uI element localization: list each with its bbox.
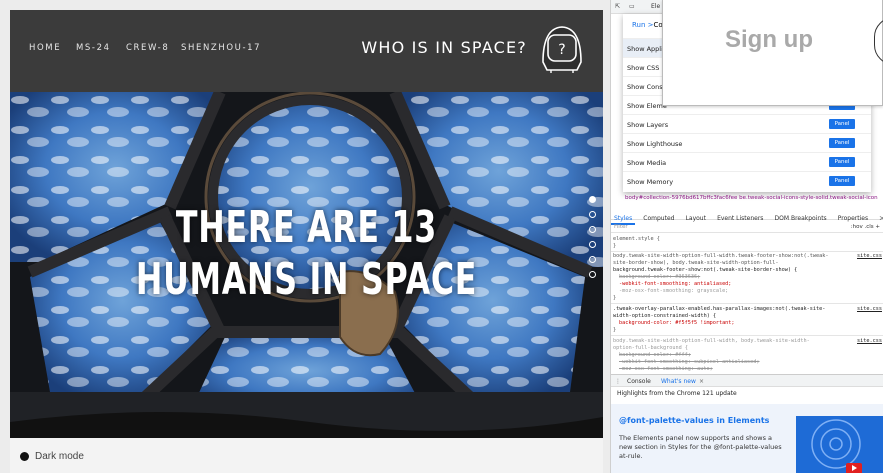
divider	[611, 335, 883, 336]
command-item-label: Show Appli	[627, 45, 663, 53]
helmet-question-mark: ?	[558, 42, 565, 58]
nav-link-ms-24[interactable]: MS-24	[76, 43, 111, 53]
dark-mode-label[interactable]: Dark mode	[35, 451, 84, 462]
divider	[611, 251, 883, 252]
rule-selector[interactable]: option-full-background {	[613, 345, 688, 351]
filter-tools[interactable]: :hov .cls +	[851, 224, 880, 230]
panel-badge: Panel	[829, 119, 855, 129]
command-item-label: Show CSS (	[627, 64, 664, 72]
css-rules-pane: element.style { } body.tweak-site-width-…	[611, 234, 883, 374]
whats-new-subtitle: Highlights from the Chrome 121 update	[617, 390, 737, 397]
command-item-show-layers[interactable]: Show Layers Panel	[623, 114, 871, 133]
whats-new-card-title[interactable]: @font-palette-values in Elements	[619, 416, 769, 425]
rule-close: }	[613, 295, 617, 301]
css-property[interactable]: -webkit-font-smoothing: subpixel-antiali…	[619, 359, 760, 365]
source-link[interactable]: site.css	[857, 253, 882, 259]
css-property[interactable]: -webkit-font-smoothing: antialiased;	[619, 281, 731, 287]
rule-close: }	[613, 327, 617, 333]
command-item-label: Show Memory	[627, 178, 674, 186]
command-item-label: Show Layers	[627, 121, 669, 129]
site-title[interactable]: WHO IS IN SPACE?	[361, 38, 527, 57]
nav-link-home[interactable]: HOME	[29, 43, 61, 53]
css-property[interactable]: background-color: #363636;	[619, 274, 700, 280]
source-link[interactable]: site.css	[857, 306, 882, 312]
command-item-show-media[interactable]: Show Media Panel	[623, 152, 871, 171]
inspect-icon[interactable]: ⇱	[615, 3, 620, 10]
rule-selector[interactable]: .tweak-overlay-parallax-enabled.has-para…	[613, 306, 825, 312]
command-item-label: Show Media	[627, 159, 667, 167]
rule-selector[interactable]: body.tweak-site-width-option-full-width.…	[613, 253, 829, 259]
rule-selector[interactable]: background.tweak-footer-show:not(.tweak-…	[613, 267, 797, 273]
filter-placeholder: Filter	[614, 224, 628, 230]
slide-dot-4[interactable]	[589, 241, 596, 248]
close-icon[interactable]: ×	[699, 378, 704, 385]
dark-mode-toggle-icon[interactable]	[20, 452, 29, 461]
nav-link-crew-8[interactable]: CREW-8	[126, 43, 169, 53]
screen: HOME MS-24 CREW-8 SHENZHOU-17 WHO IS IN …	[0, 0, 883, 473]
device-toggle-icon[interactable]: ▭	[629, 3, 635, 10]
nav-link-shenzhou-17[interactable]: SHENZHOU-17	[181, 43, 261, 53]
slide-dots	[589, 196, 599, 286]
slide-dot-5[interactable]	[589, 256, 596, 263]
styles-filter-input[interactable]: Filter :hov .cls +	[611, 221, 883, 233]
hero-slideshow: THERE ARE 13 HUMANS IN SPACE	[10, 92, 603, 438]
drawer-tab-whats-new[interactable]: What's new	[661, 378, 696, 385]
drawer-tabbar: ⋮ Console What's new ×	[611, 374, 883, 387]
video-thumbnail[interactable]	[796, 416, 883, 473]
slide-dot-2[interactable]	[589, 211, 596, 218]
command-item-label: Show Lighthouse	[627, 140, 683, 148]
website-viewport: HOME MS-24 CREW-8 SHENZHOU-17 WHO IS IN …	[10, 10, 603, 473]
panel-badge: Panel	[829, 157, 855, 167]
css-property[interactable]: -moz-osx-font-smoothing: grayscale;	[619, 288, 728, 294]
dom-breadcrumb[interactable]: body#collection-5976bd617bffc3fac6fee be…	[611, 193, 883, 204]
tab-elements-fragment[interactable]: Ele	[651, 3, 660, 10]
signup-button[interactable]: Sign up	[725, 26, 813, 54]
signup-popup: Sign up	[662, 0, 883, 106]
source-link[interactable]: site.css	[857, 338, 882, 344]
css-property[interactable]: -moz-osx-font-smoothing: auto;	[619, 366, 713, 372]
command-run-prefix: Run >	[632, 21, 654, 29]
slide-dot-1[interactable]	[589, 196, 596, 203]
command-item-label: Show Eleme	[627, 102, 667, 110]
rule-selector[interactable]: body.tweak-site-width-option-full-width,…	[613, 338, 810, 344]
rule-close: }	[613, 243, 617, 249]
command-item-show-memory[interactable]: Show Memory Panel	[623, 171, 871, 190]
site-header: HOME MS-24 CREW-8 SHENZHOU-17 WHO IS IN …	[10, 10, 603, 92]
divider	[611, 303, 883, 304]
whats-new-card[interactable]: @font-palette-values in Elements The Ele…	[611, 404, 883, 473]
command-item-label: Show Cons	[627, 83, 663, 91]
rule-selector[interactable]: width-option-constrained-width) {	[613, 313, 716, 319]
rule-selector[interactable]: site-border-show), body.tweak-site-width…	[613, 260, 779, 266]
panel-badge: Panel	[829, 138, 855, 148]
element-style-rule[interactable]: element.style {	[613, 236, 660, 242]
video-thumbnail-art	[811, 419, 862, 473]
site-footer: Dark mode	[10, 438, 603, 473]
astronaut-helmet-icon[interactable]: ?	[539, 24, 585, 74]
css-property[interactable]: background-color: #f5f5f5 !important;	[619, 320, 735, 326]
signup-pill-outline[interactable]	[874, 17, 883, 65]
slide-dot-6[interactable]	[589, 271, 596, 278]
whats-new-card-body: The Elements panel now supports and show…	[619, 434, 782, 460]
drawer-menu-icon[interactable]: ⋮	[615, 378, 621, 385]
css-property[interactable]: background-color: #fff;	[619, 352, 691, 358]
slide-dot-3[interactable]	[589, 226, 596, 233]
drawer-tab-console[interactable]: Console	[627, 378, 651, 385]
styles-tabbar: Styles Computed Layout Event Listeners D…	[611, 205, 883, 225]
hero-headline: THERE ARE 13 HUMANS IN SPACE	[135, 202, 478, 305]
command-item-show-lighthouse[interactable]: Show Lighthouse Panel	[623, 133, 871, 152]
panel-badge: Panel	[829, 176, 855, 186]
